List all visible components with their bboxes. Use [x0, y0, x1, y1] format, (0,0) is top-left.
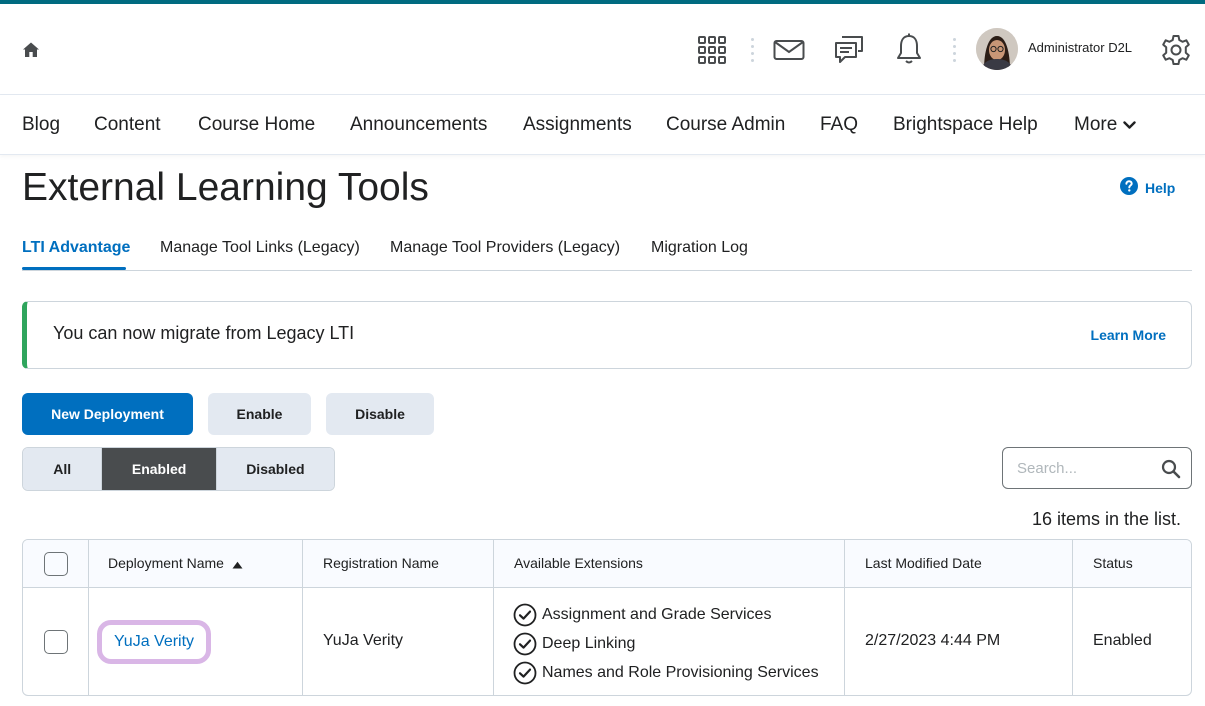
column-divider: [302, 540, 303, 695]
mail-icon[interactable]: [773, 34, 805, 66]
alert-message: You can now migrate from Legacy LTI: [53, 323, 355, 343]
column-header-last-modified[interactable]: Last Modified Date: [865, 555, 982, 571]
column-divider: [844, 540, 845, 695]
course-navbar: Blog Content Course Home Announcements A…: [0, 95, 1205, 155]
deployment-name-header-label: Deployment Name: [108, 555, 224, 571]
items-count: 16 items in the list.: [1031, 509, 1181, 529]
nav-item-assignments[interactable]: Assignments: [523, 114, 632, 136]
column-header-registration-name[interactable]: Registration Name: [323, 555, 439, 571]
page-title: External Learning Tools: [22, 166, 429, 209]
column-header-available-extensions: Available Extensions: [514, 555, 643, 571]
search-input[interactable]: [1017, 458, 1157, 478]
last-modified-date: 2/27/2023 4:44 PM: [865, 632, 1001, 649]
check-circle-icon: [513, 632, 537, 655]
column-header-status[interactable]: Status: [1093, 555, 1133, 571]
tab-list: LTI Advantage Manage Tool Links (Legacy)…: [22, 236, 1192, 271]
nav-item-brightspace-help[interactable]: Brightspace Help: [893, 114, 1038, 136]
row-checkbox[interactable]: [44, 630, 68, 654]
status-filter: All Enabled Disabled: [22, 447, 335, 491]
help-link[interactable]: Help: [1120, 177, 1175, 198]
separator: [953, 38, 957, 62]
search-icon[interactable]: [1161, 459, 1181, 479]
filter-all-button[interactable]: All: [23, 448, 102, 490]
home-icon[interactable]: [22, 41, 40, 59]
sort-ascending-icon: [232, 556, 243, 572]
extension-label: Deep Linking: [542, 634, 636, 652]
tab-lti-advantage[interactable]: LTI Advantage: [22, 239, 130, 257]
nav-item-blog[interactable]: Blog: [22, 114, 60, 136]
gear-icon[interactable]: [1160, 34, 1192, 66]
filter-disabled-button[interactable]: Disabled: [215, 448, 334, 490]
header: Administrator D2L: [0, 4, 1205, 95]
extension-label: Names and Role Provisioning Services: [542, 663, 819, 681]
migration-alert: You can now migrate from Legacy LTI Lear…: [22, 301, 1192, 369]
check-circle-icon: [513, 661, 537, 684]
deployment-name-link[interactable]: YuJa Verity: [97, 620, 212, 664]
column-divider: [1072, 540, 1073, 695]
extensions-list: Assignment and Grade Services Deep Linki…: [513, 600, 819, 687]
help-label: Help: [1145, 179, 1176, 196]
learn-more-link[interactable]: Learn More: [1091, 327, 1166, 343]
waffle-icon[interactable]: [696, 34, 728, 66]
nav-item-content[interactable]: Content: [94, 114, 161, 136]
filter-enabled-button[interactable]: Enabled: [101, 448, 216, 490]
search-box: [1002, 447, 1192, 489]
list-item: Deep Linking: [513, 629, 819, 658]
check-circle-icon: [513, 603, 537, 626]
separator: [751, 38, 755, 62]
nav-item-announcements[interactable]: Announcements: [350, 114, 487, 136]
extension-label: Assignment and Grade Services: [542, 605, 772, 623]
nav-more-menu[interactable]: More: [1074, 114, 1136, 136]
disable-button[interactable]: Disable: [326, 393, 434, 435]
chevron-down-icon: [1123, 114, 1136, 136]
nav-item-faq[interactable]: FAQ: [820, 114, 858, 136]
column-divider: [88, 540, 89, 695]
column-header-deployment-name[interactable]: Deployment Name: [108, 555, 243, 572]
list-item: Names and Role Provisioning Services: [513, 658, 819, 687]
help-icon: [1120, 177, 1138, 198]
active-tab-indicator: [22, 267, 126, 270]
column-divider: [493, 540, 494, 695]
nav-item-course-home[interactable]: Course Home: [198, 114, 315, 136]
deployments-table: Deployment Name Registration Name Availa…: [22, 539, 1192, 696]
chat-icon[interactable]: [833, 33, 865, 65]
user-name[interactable]: Administrator D2L: [1028, 40, 1132, 55]
list-item: Assignment and Grade Services: [513, 600, 819, 629]
bell-icon[interactable]: [893, 33, 925, 65]
tab-manage-tool-providers[interactable]: Manage Tool Providers (Legacy): [390, 239, 620, 257]
tab-manage-tool-links[interactable]: Manage Tool Links (Legacy): [160, 239, 360, 257]
avatar[interactable]: [976, 28, 1018, 70]
select-all-checkbox[interactable]: [44, 552, 68, 576]
new-deployment-button[interactable]: New Deployment: [22, 393, 193, 435]
enable-button[interactable]: Enable: [208, 393, 311, 435]
tab-migration-log[interactable]: Migration Log: [651, 239, 748, 257]
nav-item-course-admin[interactable]: Course Admin: [666, 114, 785, 136]
registration-name: YuJa Verity: [323, 632, 404, 649]
nav-more-label: More: [1074, 114, 1118, 136]
status-value: Enabled: [1093, 632, 1152, 649]
